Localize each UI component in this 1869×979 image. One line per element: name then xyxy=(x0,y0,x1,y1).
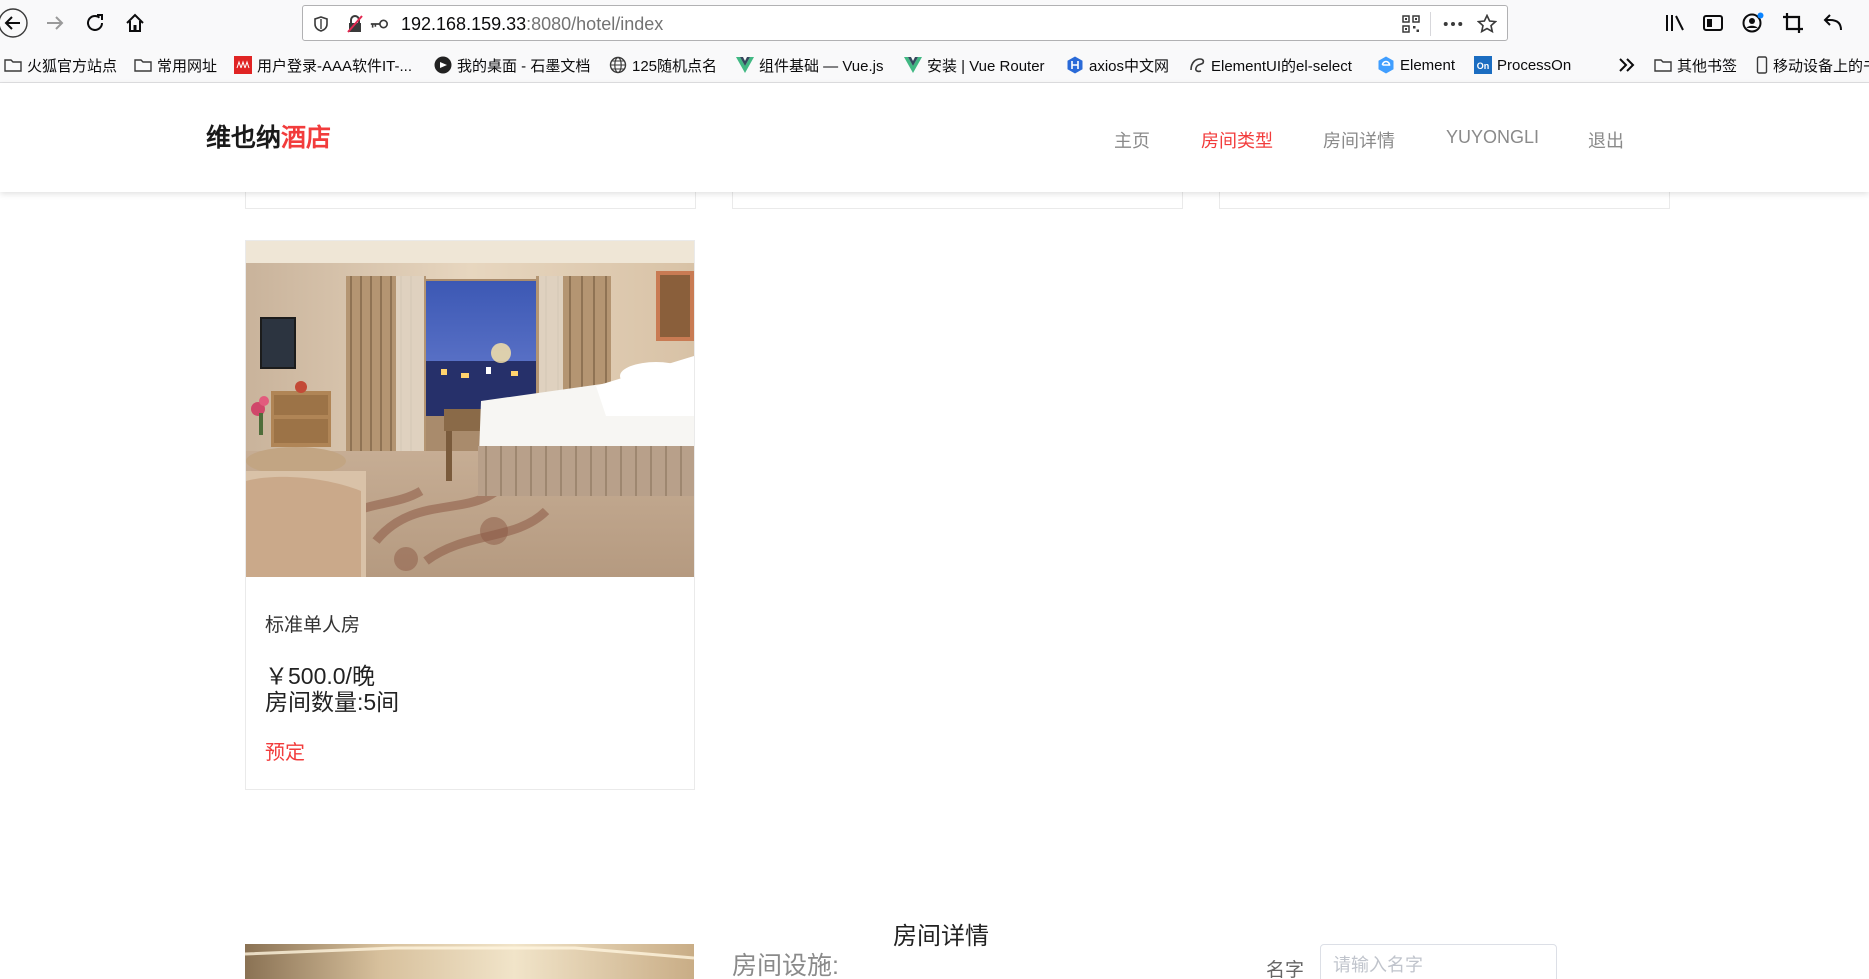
site-header: 维也纳酒店 主页 房间类型 房间详情 YUYONGLI 退出 xyxy=(0,83,1869,192)
url-bar-divider xyxy=(1430,12,1431,36)
reload-icon xyxy=(87,14,103,31)
shimo-favicon xyxy=(434,56,452,74)
browser-toolbar: 192.168.159.33:8080/hotel/index xyxy=(0,0,1869,45)
qr-code-icon[interactable] xyxy=(1401,14,1421,34)
bookmarks-overflow-button[interactable] xyxy=(1618,54,1641,76)
processon-favicon: On xyxy=(1474,56,1492,74)
bookmarks-bar: 火狐官方站点 常用网址 用户登录-AAA软件IT-... 我的桌面 - 石墨文档… xyxy=(0,45,1869,83)
library-icon xyxy=(1666,15,1684,31)
bookmark-item[interactable]: 我的桌面 - 石墨文档 xyxy=(434,54,590,76)
logo-main-text: 维也纳 xyxy=(206,124,282,152)
site-logo[interactable]: 维也纳酒店 xyxy=(206,118,331,154)
bookmark-label: 组件基础 — Vue.js xyxy=(759,57,884,75)
insecure-lock-icon[interactable] xyxy=(345,14,365,34)
crop-icon xyxy=(1783,13,1803,33)
more-actions-icon[interactable] xyxy=(1443,14,1463,34)
nav-room-types[interactable]: 房间类型 xyxy=(1201,127,1273,153)
script-favicon xyxy=(1188,56,1206,74)
bookmark-label: 其他书签 xyxy=(1677,57,1738,75)
back-arrow-icon xyxy=(0,8,28,38)
bookmark-label: 我的桌面 - 石墨文档 xyxy=(457,57,591,75)
url-host: 192.168.159.33 xyxy=(401,14,527,34)
room-details-title: 房间详情 xyxy=(893,923,989,950)
folder-icon xyxy=(4,56,22,74)
nav-room-details[interactable]: 房间详情 xyxy=(1323,127,1395,153)
bookmark-item[interactable]: 其他书签 xyxy=(1654,54,1737,76)
account-button[interactable] xyxy=(1738,8,1768,38)
nav-logout[interactable]: 退出 xyxy=(1588,127,1624,153)
bookmark-item[interactable]: 火狐官方站点 xyxy=(4,54,117,76)
bookmark-label: ProcessOn xyxy=(1497,56,1572,74)
home-button[interactable] xyxy=(120,8,150,38)
forward-arrow-icon xyxy=(47,16,64,30)
account-icon xyxy=(1742,12,1764,33)
folder-icon xyxy=(1654,56,1672,74)
book-room-link[interactable]: 预定 xyxy=(265,736,305,765)
bookmark-item[interactable]: On ProcessOn xyxy=(1474,54,1571,76)
bookmark-item[interactable]: axios中文网 xyxy=(1066,54,1169,76)
reload-button[interactable] xyxy=(80,8,110,38)
bookmark-item[interactable]: 安装 | Vue Router xyxy=(904,54,1045,76)
bookmark-label: ElementUI的el-select xyxy=(1211,57,1352,75)
nav-home[interactable]: 主页 xyxy=(1114,127,1150,153)
undo-button[interactable] xyxy=(1818,8,1848,38)
room-card: 标准单人房 ￥500.0/晚 房间数量:5间 预定 xyxy=(245,240,695,790)
svg-text:On: On xyxy=(1477,61,1490,71)
screenshot-crop-button[interactable] xyxy=(1778,8,1808,38)
mobile-icon xyxy=(1756,56,1768,74)
logo-accent-text: 酒店 xyxy=(281,124,332,152)
bookmark-item[interactable]: ElementUI的el-select xyxy=(1188,54,1352,76)
library-button[interactable] xyxy=(1660,8,1690,38)
url-path: :8080/hotel/index xyxy=(526,14,664,34)
bookmark-label: 安装 | Vue Router xyxy=(927,57,1045,75)
back-button[interactable] xyxy=(0,8,30,38)
bookmark-label: 火狐官方站点 xyxy=(27,57,118,75)
folder-icon xyxy=(134,56,152,74)
vue-favicon xyxy=(736,56,754,74)
bookmark-label: 125随机点名 xyxy=(632,57,718,75)
room-name: 标准单人房 xyxy=(265,615,361,636)
url-text[interactable]: 192.168.159.33:8080/hotel/index xyxy=(401,14,663,35)
vue-favicon xyxy=(904,56,922,74)
bookmark-label: Element xyxy=(1400,56,1456,74)
sidebar-icon xyxy=(1703,15,1723,31)
room-facilities-label: 房间设施: xyxy=(732,952,839,979)
room-detail-photo xyxy=(245,944,694,979)
undo-arrow-icon xyxy=(1823,14,1842,31)
element-favicon xyxy=(1377,56,1395,74)
home-icon xyxy=(126,13,144,32)
key-icon[interactable] xyxy=(369,14,389,34)
bookmark-item[interactable]: 125随机点名 xyxy=(609,54,717,76)
aaa-favicon xyxy=(234,56,252,74)
url-bar[interactable]: 192.168.159.33:8080/hotel/index xyxy=(302,5,1508,41)
shield-icon[interactable] xyxy=(311,14,331,34)
bookmark-label: 常用网址 xyxy=(157,57,218,75)
globe-icon xyxy=(609,56,627,74)
bookmark-star-icon[interactable] xyxy=(1477,14,1497,34)
sidebar-button[interactable] xyxy=(1698,8,1728,38)
bookmark-item[interactable]: 组件基础 — Vue.js xyxy=(736,54,883,76)
name-input[interactable] xyxy=(1320,944,1557,979)
chevron-double-right-icon xyxy=(1618,56,1636,74)
bookmark-item[interactable]: 移动设备上的书 xyxy=(1756,54,1869,76)
hexagon-h-favicon xyxy=(1066,56,1084,74)
bookmark-label: 移动设备上的书 xyxy=(1773,57,1869,75)
room-photo xyxy=(246,241,694,577)
bookmark-item[interactable]: 常用网址 xyxy=(134,54,217,76)
bookmark-item[interactable]: 用户登录-AAA软件IT-... xyxy=(234,54,412,76)
nav-user[interactable]: YUYONGLI xyxy=(1446,127,1539,148)
bookmark-item[interactable]: Element xyxy=(1377,54,1455,76)
room-count: 房间数量:5间 xyxy=(265,689,400,715)
forward-button[interactable] xyxy=(40,8,70,38)
bookmark-label: axios中文网 xyxy=(1089,57,1170,75)
name-label: 名字 xyxy=(1266,960,1305,979)
bookmark-label: 用户登录-AAA软件IT-... xyxy=(257,57,413,75)
